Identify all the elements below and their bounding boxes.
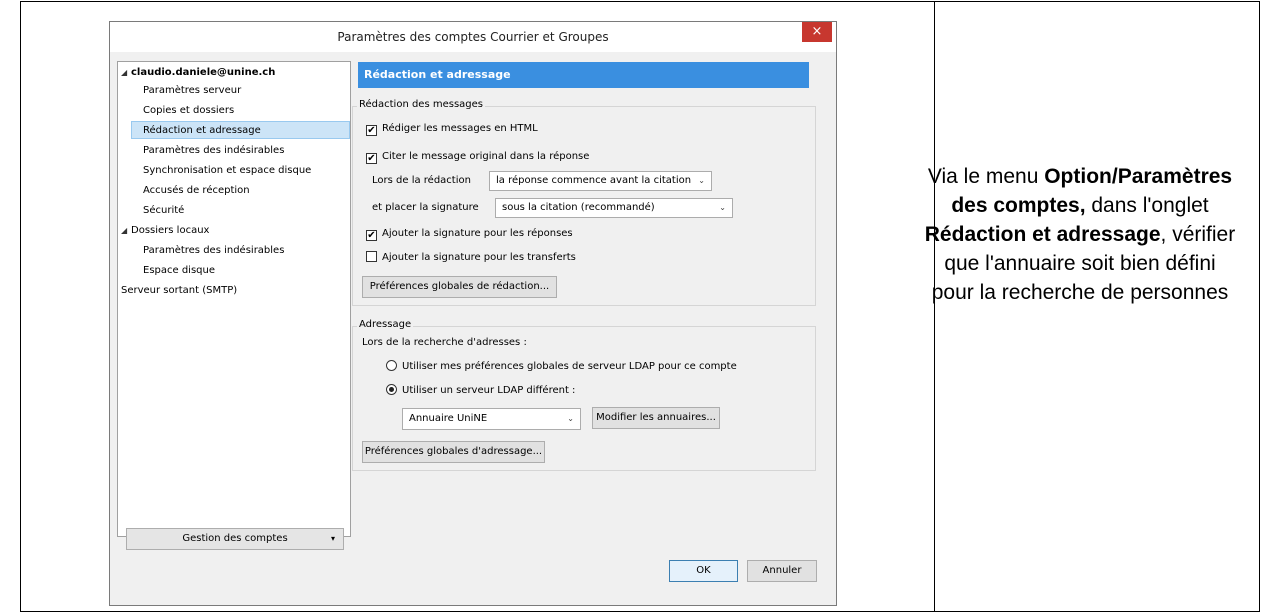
- global-composition-prefs-button[interactable]: Préférences globales de rédaction...: [362, 276, 557, 298]
- quote-original-label: Citer le message original dans la répons…: [382, 151, 590, 162]
- signature-forwards-checkbox[interactable]: [366, 251, 377, 262]
- html-compose-label: Rédiger les messages en HTML: [382, 123, 538, 134]
- sidebar-item-local-junk-settings[interactable]: Paramètres des indésirables: [143, 242, 284, 260]
- signature-position-value: sous la citation (recommandé): [502, 202, 655, 213]
- cancel-button[interactable]: Annuler: [747, 560, 817, 582]
- sidebar-item-junk-settings[interactable]: Paramètres des indésirables: [143, 142, 284, 160]
- ldap-different-option[interactable]: Utiliser un serveur LDAP différent :: [386, 383, 575, 399]
- global-addressing-prefs-button[interactable]: Préférences globales d'adressage...: [362, 441, 545, 463]
- sidebar-item-local-folders[interactable]: ◢ Dossiers locaux: [121, 222, 209, 240]
- quote-original-option[interactable]: ✔ Citer le message original dans la répon…: [366, 149, 589, 165]
- caption-part: dans l'onglet: [1085, 194, 1209, 217]
- signature-forwards-label: Ajouter la signature pour les transferts: [382, 252, 576, 263]
- sidebar-item-smtp[interactable]: Serveur sortant (SMTP): [121, 282, 237, 300]
- sidebar-item-return-receipts[interactable]: Accusés de réception: [143, 182, 250, 200]
- ldap-different-radio[interactable]: [386, 384, 397, 395]
- collapse-arrow-icon[interactable]: ◢: [121, 64, 131, 82]
- ldap-global-radio[interactable]: [386, 360, 397, 371]
- close-button[interactable]: ×: [802, 22, 832, 42]
- caption-bold: Rédaction et adressage: [924, 223, 1161, 246]
- chevron-down-icon: ⌄: [698, 176, 705, 185]
- sidebar-item-security[interactable]: Sécurité: [143, 202, 184, 220]
- chevron-down-icon: ⌄: [719, 203, 726, 212]
- sidebar-item-account[interactable]: ◢ claudio.daniele@unine.ch: [121, 64, 275, 82]
- ldap-different-label: Utiliser un serveur LDAP différent :: [402, 385, 576, 396]
- sidebar-item-label: Dossiers locaux: [131, 225, 210, 236]
- ldap-global-option[interactable]: Utiliser mes préférences globales de ser…: [386, 359, 737, 375]
- dropdown-caret-icon: ▾: [330, 534, 335, 543]
- address-lookup-label: Lors de la recherche d'adresses :: [362, 337, 527, 348]
- signature-replies-label: Ajouter la signature pour les réponses: [382, 228, 573, 239]
- radio-selected-dot: [389, 387, 394, 392]
- addressing-group-label: Adressage: [357, 319, 414, 330]
- directory-select[interactable]: Annuaire UniNE ⌄: [402, 408, 581, 430]
- sidebar-item-sync-disk[interactable]: Synchronisation et espace disque: [143, 162, 311, 180]
- collapse-arrow-icon[interactable]: ◢: [121, 222, 131, 240]
- manage-accounts-button[interactable]: Gestion des comptes ▾: [126, 528, 344, 550]
- ldap-global-label: Utiliser mes préférences globales de ser…: [402, 361, 737, 372]
- signature-position-label: et placer la signature: [372, 202, 479, 213]
- sidebar-item-composition-addressing[interactable]: Rédaction et adressage: [131, 121, 350, 139]
- composition-group-label: Rédaction des messages: [357, 99, 485, 110]
- dialog-title: Paramètres des comptes Courrier et Group…: [337, 30, 609, 44]
- html-compose-checkbox[interactable]: ✔: [366, 125, 377, 136]
- ok-button[interactable]: OK: [669, 560, 738, 582]
- sidebar-item-copies-folders[interactable]: Copies et dossiers: [143, 102, 234, 120]
- sidebar-item-server-settings[interactable]: Paramètres serveur: [143, 82, 241, 100]
- manage-accounts-label: Gestion des comptes: [182, 533, 288, 544]
- title-bar: Paramètres des comptes Courrier et Group…: [110, 22, 836, 52]
- reply-position-value: la réponse commence avant la citation: [496, 175, 692, 186]
- account-settings-dialog: Paramètres des comptes Courrier et Group…: [109, 21, 837, 606]
- signature-replies-option[interactable]: ✔ Ajouter la signature pour les réponses: [366, 226, 573, 242]
- caption-text: Via le menu Option/Paramètres des compte…: [921, 162, 1239, 307]
- reply-position-select[interactable]: la réponse commence avant la citation ⌄: [489, 171, 712, 191]
- sidebar-item-disk-space[interactable]: Espace disque: [143, 262, 215, 280]
- signature-position-select[interactable]: sous la citation (recommandé) ⌄: [495, 198, 733, 218]
- edit-directories-button[interactable]: Modifier les annuaires...: [592, 407, 720, 429]
- html-compose-option[interactable]: ✔ Rédiger les messages en HTML: [366, 121, 538, 137]
- quote-original-checkbox[interactable]: ✔: [366, 153, 377, 164]
- sidebar-item-label: claudio.daniele@unine.ch: [131, 67, 276, 78]
- signature-replies-checkbox[interactable]: ✔: [366, 230, 377, 241]
- caption-part: Via le menu: [927, 165, 1045, 188]
- directory-value: Annuaire UniNE: [409, 413, 488, 424]
- signature-forwards-option[interactable]: Ajouter la signature pour les transferts: [366, 250, 576, 266]
- panel-header: Rédaction et adressage: [358, 62, 809, 88]
- account-tree: ◢ claudio.daniele@unine.ch Paramètres ser…: [117, 61, 351, 537]
- reply-position-label: Lors de la rédaction: [372, 175, 471, 186]
- chevron-down-icon: ⌄: [567, 414, 574, 423]
